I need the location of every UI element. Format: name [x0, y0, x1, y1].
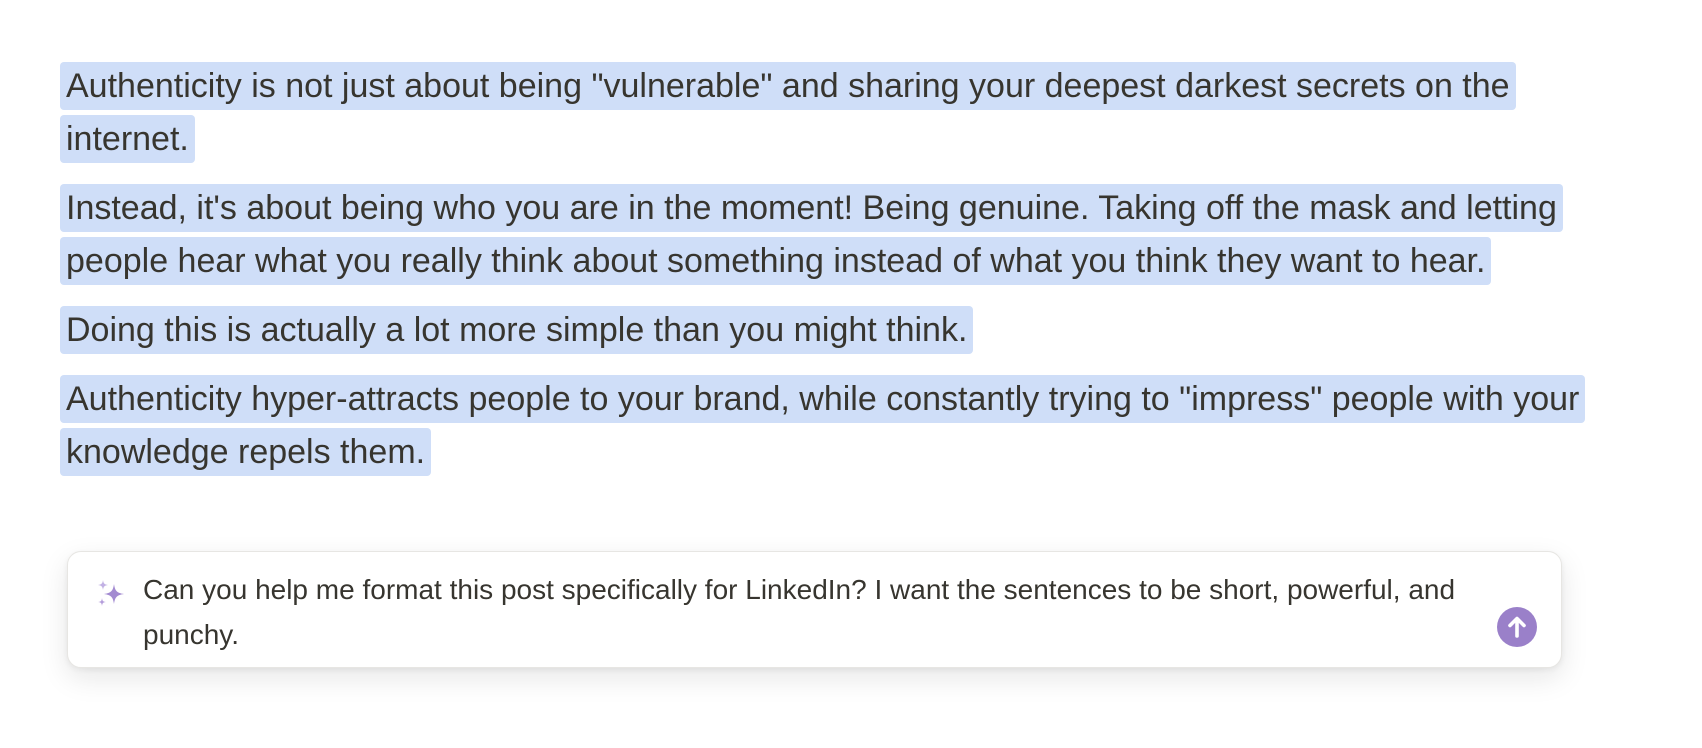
ai-prompt-box[interactable]: Can you help me format this post specifi… — [67, 551, 1562, 668]
selected-text: Doing this is actually a lot more simple… — [60, 306, 974, 354]
arrow-up-icon — [1508, 616, 1526, 638]
document-body[interactable]: Authenticity is not just about being "vu… — [60, 60, 1586, 495]
paragraph[interactable]: Doing this is actually a lot more simple… — [60, 304, 1586, 357]
selected-text: Instead, it's about being who you are in… — [60, 184, 1563, 285]
send-button[interactable] — [1497, 607, 1537, 647]
selected-text: Authenticity hyper-attracts people to yo… — [60, 375, 1586, 476]
paragraph[interactable]: Authenticity is not just about being "vu… — [60, 60, 1586, 166]
paragraph[interactable]: Instead, it's about being who you are in… — [60, 182, 1586, 288]
selected-text: Authenticity is not just about being "vu… — [60, 62, 1516, 163]
paragraph[interactable]: Authenticity hyper-attracts people to yo… — [60, 373, 1586, 479]
sparkle-icon — [98, 580, 124, 606]
prompt-input[interactable]: Can you help me format this post specifi… — [143, 567, 1483, 657]
